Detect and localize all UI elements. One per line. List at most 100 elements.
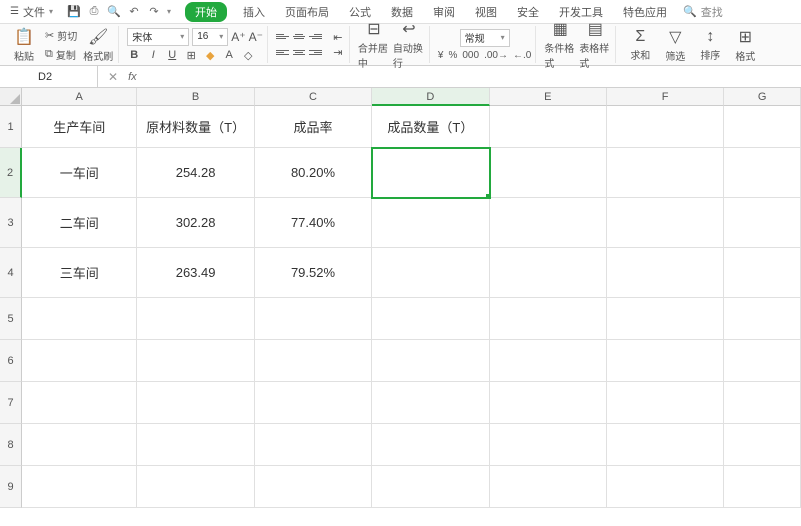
align-center-icon[interactable] [292,46,306,60]
merge-center-button[interactable]: ⊟合并居中 [358,19,390,70]
indent-increase-icon[interactable]: ⇥ [331,46,345,59]
format-painter-button[interactable]: 🖌 格式刷 [82,27,114,63]
search-box[interactable]: 🔍 查找 [683,4,723,20]
cell-E8[interactable] [490,424,607,466]
fill-color-button[interactable]: ◆ [203,49,217,62]
formula-input[interactable] [147,66,801,87]
format-button[interactable]: ⊞格式 [729,27,761,63]
tab-start[interactable]: 开始 [185,2,227,22]
sum-button[interactable]: Σ求和 [624,28,656,62]
cell-G4[interactable] [724,248,801,298]
cell-C6[interactable] [255,340,372,382]
tab-review[interactable]: 审阅 [429,2,459,22]
font-size-select[interactable]: 16▾ [192,28,228,46]
font-color-button[interactable]: A [222,49,236,61]
filter-button[interactable]: ▽筛选 [659,27,691,63]
cell-C5[interactable] [255,298,372,340]
row-header-4[interactable]: 4 [0,248,22,298]
align-top-center-icon[interactable] [292,30,306,44]
tab-security[interactable]: 安全 [513,2,543,22]
undo-icon[interactable]: ↶ [127,5,141,19]
cell-B4[interactable]: 263.49 [137,248,254,298]
cell-D8[interactable] [372,424,489,466]
number-format-select[interactable]: 常规▾ [460,29,510,47]
cell-F6[interactable] [607,340,724,382]
cell-E7[interactable] [490,382,607,424]
cell-A3[interactable]: 二车间 [22,198,137,248]
align-top-left-icon[interactable] [276,30,290,44]
cell-G2[interactable] [724,148,801,198]
cell-B8[interactable] [137,424,254,466]
file-menu[interactable]: ☰ 文件 ▾ [4,4,59,20]
align-top-right-icon[interactable] [308,30,322,44]
cell-A4[interactable]: 三车间 [22,248,137,298]
cell-G1[interactable] [724,106,801,148]
align-right-icon[interactable] [308,46,322,60]
italic-button[interactable]: I [146,49,160,61]
clear-format-button[interactable]: ◇ [241,49,255,62]
cell-B1[interactable]: 原材料数量（T） [137,106,254,148]
cell-G6[interactable] [724,340,801,382]
copy-button[interactable]: ⧉复制 [43,46,79,63]
border-button[interactable]: ⊞ [184,49,198,62]
print-icon[interactable]: ⎙ [87,5,101,19]
cell-D2[interactable] [372,148,489,198]
cell-G8[interactable] [724,424,801,466]
cell-A5[interactable] [22,298,137,340]
cell-E5[interactable] [490,298,607,340]
cell-C4[interactable]: 79.52% [255,248,372,298]
print-preview-icon[interactable]: 🔍 [107,5,121,19]
cell-B2[interactable]: 254.28 [137,148,254,198]
cell-F5[interactable] [607,298,724,340]
underline-button[interactable]: U [165,49,179,61]
decrease-font-icon[interactable]: A⁻ [249,30,263,44]
cut-button[interactable]: ✂剪切 [43,27,79,44]
tab-view[interactable]: 视图 [471,2,501,22]
increase-font-icon[interactable]: A⁺ [231,30,245,44]
currency-icon[interactable]: ¥ [438,50,444,61]
cell-A7[interactable] [22,382,137,424]
row-header-6[interactable]: 6 [0,340,22,382]
inc-decimal-icon[interactable]: .00→ [484,50,508,61]
cell-B3[interactable]: 302.28 [137,198,254,248]
font-name-select[interactable]: 宋体▾ [127,28,189,46]
cell-F4[interactable] [607,248,724,298]
cell-G7[interactable] [724,382,801,424]
table-style-button[interactable]: ▤表格样式 [579,19,611,70]
cell-C8[interactable] [255,424,372,466]
cell-D7[interactable] [372,382,489,424]
redo-icon[interactable]: ↷ [147,5,161,19]
cell-F2[interactable] [607,148,724,198]
cell-B6[interactable] [137,340,254,382]
tab-page-layout[interactable]: 页面布局 [281,2,333,22]
cell-C2[interactable]: 80.20% [255,148,372,198]
select-all-corner[interactable] [0,88,22,106]
cell-D9[interactable] [372,466,489,508]
cell-D5[interactable] [372,298,489,340]
row-header-9[interactable]: 9 [0,466,22,508]
cell-D6[interactable] [372,340,489,382]
row-header-2[interactable]: 2 [0,148,22,198]
align-left-icon[interactable] [276,46,290,60]
cell-E3[interactable] [490,198,607,248]
cell-F8[interactable] [607,424,724,466]
indent-decrease-icon[interactable]: ⇤ [331,31,345,44]
cell-C9[interactable] [255,466,372,508]
sort-button[interactable]: ↕排序 [694,28,726,62]
cond-format-button[interactable]: ▦条件格式 [544,19,576,70]
row-header-7[interactable]: 7 [0,382,22,424]
percent-icon[interactable]: % [448,50,457,61]
cell-A2[interactable]: 一车间 [22,148,137,198]
col-header-A[interactable]: A [22,88,137,106]
cell-D3[interactable] [372,198,489,248]
comma-icon[interactable]: 000 [462,50,479,61]
row-header-5[interactable]: 5 [0,298,22,340]
cell-E2[interactable] [490,148,607,198]
cell-F1[interactable] [607,106,724,148]
bold-button[interactable]: B [127,49,141,61]
cell-F7[interactable] [607,382,724,424]
col-header-C[interactable]: C [255,88,372,106]
row-header-8[interactable]: 8 [0,424,22,466]
fx-icon[interactable]: fx [128,71,137,83]
cell-C7[interactable] [255,382,372,424]
